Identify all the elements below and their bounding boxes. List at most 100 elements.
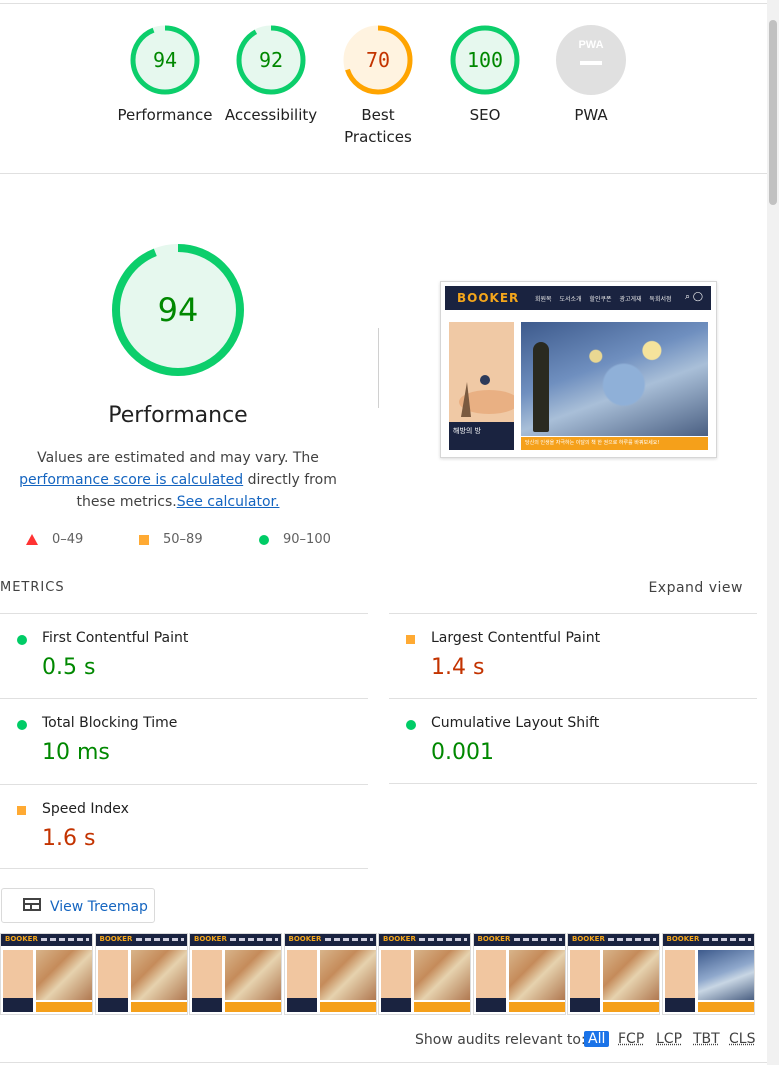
filmstrip-logo: BOOKER — [194, 935, 227, 943]
screenshot-logo: BOOKER — [457, 291, 520, 305]
gauge-score: 100 — [467, 48, 503, 72]
gauge-label-line1: Best — [361, 106, 395, 124]
metric-name: Speed Index — [42, 801, 129, 817]
gauge-label: Best Practices — [323, 104, 433, 148]
legend-range: 50–89 — [163, 532, 203, 547]
screenshot-banner: 당신의 인생을 자극하는 이달의 책 한 권으로 하루를 바꿔보세요! — [521, 437, 708, 450]
screenshot-navbar: BOOKER 회원목 도서소개 할인쿠폰 광고게재 독회서점 ⌕ ◯ — [445, 286, 711, 310]
filmstrip-frame: BOOKER — [378, 933, 471, 1015]
vertical-scrollbar[interactable] — [767, 0, 779, 1065]
metric-name: Total Blocking Time — [42, 715, 178, 731]
pwa-badge-text: PWA — [578, 39, 603, 51]
metric-divider — [389, 783, 757, 784]
filter-chip-cls[interactable]: CLS — [729, 1031, 755, 1047]
legend-range: 0–49 — [52, 532, 84, 547]
metric-value: 1.6 s — [42, 826, 96, 851]
filter-chip-fcp[interactable]: FCP — [618, 1031, 644, 1047]
metric-value: 0.5 s — [42, 655, 96, 680]
desc-text: Values are estimated and may vary. The — [37, 450, 319, 466]
metric-value: 1.4 s — [431, 655, 485, 680]
metric-speed-index: Speed Index 1.6 s — [0, 784, 368, 870]
metric-lcp: Largest Contentful Paint 1.4 s — [389, 613, 757, 699]
lighthouse-report: 94 Performance 92 Accessibility 70 Best … — [0, 0, 779, 1065]
search-user-icon: ⌕ ◯ — [685, 292, 703, 302]
treemap-icon — [23, 898, 41, 911]
gauge-ring: 70 — [343, 25, 413, 95]
filmstrip-logo: BOOKER — [477, 935, 511, 943]
score-calculated-link[interactable]: performance score is calculated — [19, 472, 243, 488]
circle-icon — [259, 534, 269, 545]
pass-circle-icon — [17, 635, 27, 645]
gauge-ring: 94 — [130, 25, 200, 95]
performance-score: 94 — [158, 291, 199, 329]
gauge-score: 94 — [153, 48, 177, 72]
triangle-icon — [26, 534, 38, 545]
filmstrip-logo: BOOKER — [5, 935, 38, 943]
filmstrip-logo: BOOKER — [666, 935, 700, 943]
audit-filter-label: Show audits relevant to: — [415, 1032, 586, 1048]
section-divider — [0, 173, 767, 174]
vertical-separator — [378, 328, 379, 408]
gauge-ring: 92 — [236, 25, 306, 95]
filmstrip-logo: BOOKER — [288, 935, 322, 943]
filmstrip-logo: BOOKER — [383, 935, 416, 943]
screenshot-menu: 회원목 도서소개 할인쿠폰 광고게재 독회서점 — [535, 296, 672, 303]
performance-gauge: 94 — [112, 244, 244, 376]
filter-chip-lcp[interactable]: LCP — [656, 1031, 682, 1047]
legend-fail: 0–49 — [26, 532, 83, 547]
screenshot-book-title: 해방의 방 — [449, 422, 514, 450]
cypress-shape — [533, 342, 549, 432]
metric-tbt: Total Blocking Time 10 ms — [0, 698, 368, 784]
filmstrip-frame: BOOKER — [472, 933, 566, 1015]
final-screenshot[interactable]: BOOKER 회원목 도서소개 할인쿠폰 광고게재 독회서점 ⌕ ◯ 해방의 방… — [440, 281, 717, 458]
scrollbar-thumb[interactable] — [769, 20, 777, 205]
average-square-icon — [17, 806, 26, 815]
filmstrip-frame: BOOKER — [0, 933, 93, 1015]
metric-cls: Cumulative Layout Shift 0.001 — [389, 698, 757, 784]
metric-divider — [0, 868, 368, 869]
metric-value: 0.001 — [431, 740, 494, 765]
metric-value: 10 ms — [42, 740, 110, 765]
filmstrip-frame: BOOKER — [567, 933, 660, 1015]
screenshot-starry-night — [521, 322, 708, 436]
pass-circle-icon — [406, 720, 416, 730]
filter-chip-all[interactable]: All — [584, 1031, 610, 1047]
filmstrip-frame: BOOKER — [283, 933, 377, 1015]
gauge-ring: 100 — [450, 25, 520, 95]
pwa-badge-icon: PWA — [556, 25, 626, 95]
pass-circle-icon — [17, 720, 27, 730]
expand-view-toggle[interactable]: Expand view — [648, 580, 743, 596]
performance-title: Performance — [108, 403, 248, 428]
view-treemap-button[interactable]: View Treemap — [1, 888, 155, 923]
category-gauges: 94 Performance 92 Accessibility 70 Best … — [0, 0, 767, 174]
filmstrip-logo: BOOKER — [99, 935, 133, 943]
filmstrip-frame: BOOKER — [189, 933, 282, 1015]
gauge-seo[interactable]: 100 SEO — [430, 24, 540, 126]
metric-name: Cumulative Layout Shift — [431, 715, 600, 731]
bottom-divider — [0, 1062, 767, 1063]
metric-name: First Contentful Paint — [42, 630, 189, 646]
book-illustration-icon — [459, 375, 519, 417]
view-treemap-label: View Treemap — [50, 899, 148, 915]
filter-chip-tbt[interactable]: TBT — [693, 1031, 720, 1047]
filmstrip: BOOKER BOOKER BOOKER BOOKER BOOKER BOOKER BOOK… — [0, 933, 757, 1017]
gauge-score: 92 — [259, 48, 283, 72]
legend-average: 50–89 — [139, 532, 203, 547]
gauge-pwa[interactable]: PWA PWA — [536, 24, 646, 126]
gauge-label-line2: Practices — [344, 128, 412, 146]
gauge-best-practices[interactable]: 70 Best Practices — [323, 24, 433, 148]
filmstrip-frame: BOOKER — [661, 933, 755, 1015]
metric-name: Largest Contentful Paint — [431, 630, 601, 646]
filmstrip-logo: BOOKER — [572, 935, 605, 943]
gauge-label: SEO — [469, 106, 501, 124]
screenshot-book-cover: 해방의 방 — [449, 322, 519, 450]
legend-pass: 90–100 — [259, 532, 331, 547]
legend-range: 90–100 — [283, 532, 331, 547]
see-calculator-link[interactable]: See calculator. — [177, 494, 280, 510]
gauge-label: PWA — [574, 106, 608, 124]
gauge-accessibility[interactable]: 92 Accessibility — [216, 24, 326, 126]
filmstrip-frame: BOOKER — [94, 933, 188, 1015]
square-icon — [139, 534, 149, 545]
metrics-header: METRICS — [0, 580, 65, 595]
gauge-performance[interactable]: 94 Performance — [110, 24, 220, 126]
